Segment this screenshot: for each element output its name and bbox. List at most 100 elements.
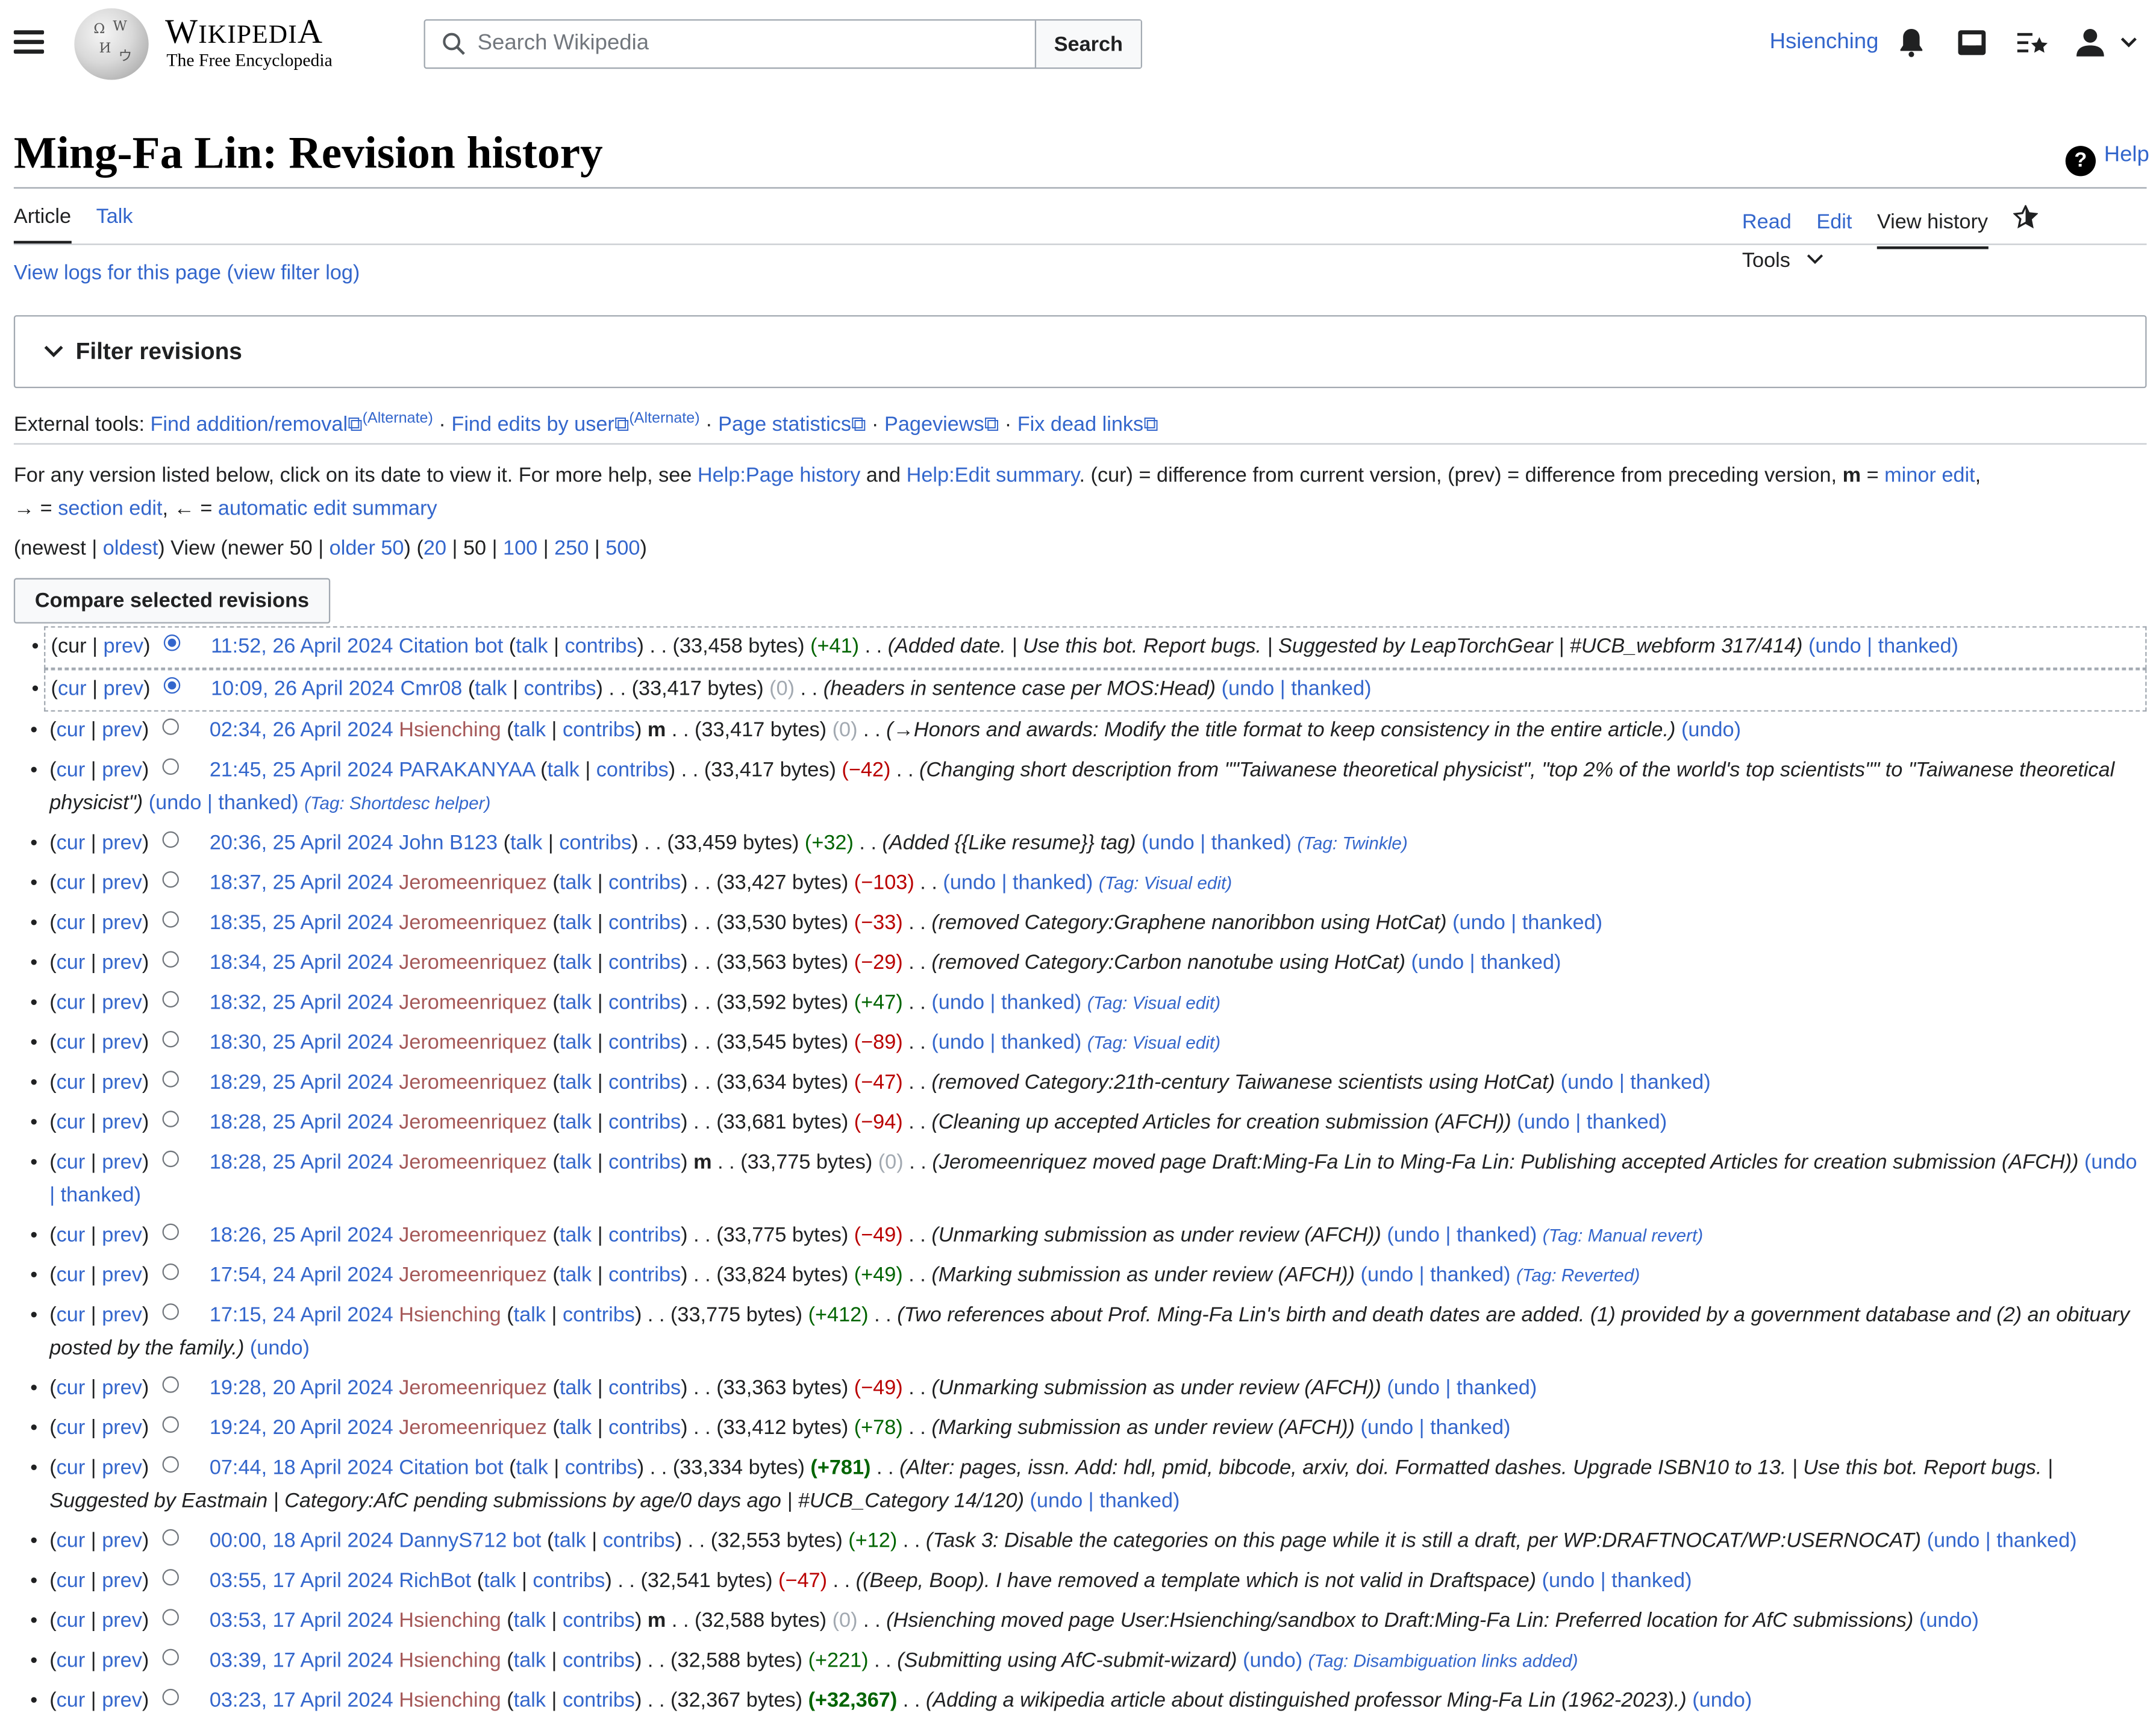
user-contribs-link[interactable]: contribs xyxy=(608,1417,681,1440)
prev-diff-link[interactable]: prev xyxy=(102,1529,142,1553)
limit-250-link[interactable]: 250 xyxy=(554,537,589,560)
user-contribs-link[interactable]: contribs xyxy=(608,1031,681,1054)
user-talk-link[interactable]: talk xyxy=(475,677,507,701)
search-button[interactable]: Search xyxy=(1034,20,1141,67)
user-talk-link[interactable]: talk xyxy=(514,1303,546,1327)
revision-select-radio[interactable] xyxy=(163,1529,180,1546)
revision-date-link[interactable]: 18:32, 25 April 2024 xyxy=(210,991,393,1015)
user-talk-link[interactable]: talk xyxy=(560,1110,592,1134)
section-edit-link[interactable]: section edit xyxy=(58,497,162,521)
undo-actions[interactable]: (undo) xyxy=(1681,718,1741,742)
alternate-link[interactable]: (Alternate) xyxy=(363,410,433,427)
page-statistics-link[interactable]: Page statistics xyxy=(718,413,851,436)
bell-icon[interactable] xyxy=(1895,26,1928,59)
undo-actions[interactable]: (undo | thanked) xyxy=(1361,1264,1511,1287)
revision-date-link[interactable]: 18:28, 25 April 2024 xyxy=(210,1151,393,1174)
alternate-link[interactable]: (Alternate) xyxy=(629,410,699,427)
revision-tag[interactable]: (Tag: Visual edit) xyxy=(1099,872,1232,893)
undo-actions[interactable]: (undo | thanked) xyxy=(1142,831,1292,855)
revision-select-radio[interactable] xyxy=(163,1071,180,1088)
cur-diff-link[interactable]: cur xyxy=(57,1303,86,1327)
prev-diff-link[interactable]: prev xyxy=(102,1224,142,1247)
revision-select-radio[interactable] xyxy=(163,1110,180,1127)
user-contribs-link[interactable]: contribs xyxy=(533,1569,605,1592)
user-contribs-link[interactable]: contribs xyxy=(563,1303,635,1327)
revision-date-link[interactable]: 18:37, 25 April 2024 xyxy=(210,871,393,895)
revision-date-link[interactable]: 11:52, 26 April 2024 xyxy=(211,634,393,658)
minor-edit-link[interactable]: minor edit xyxy=(1884,464,1975,487)
cur-diff-link[interactable]: cur xyxy=(57,1417,86,1440)
revision-date-link[interactable]: 17:15, 24 April 2024 xyxy=(210,1303,393,1327)
undo-actions[interactable]: (undo | thanked) xyxy=(149,791,299,815)
prev-diff-link[interactable]: prev xyxy=(102,1609,142,1632)
prev-diff-link[interactable]: prev xyxy=(102,1071,142,1094)
help-link[interactable]: ? Help xyxy=(2065,143,2149,177)
oldest-link[interactable]: oldest xyxy=(103,537,158,560)
revision-select-radio[interactable] xyxy=(163,1416,180,1433)
prev-diff-link[interactable]: prev xyxy=(102,1417,142,1440)
user-contribs-link[interactable]: contribs xyxy=(608,991,681,1015)
revision-tag[interactable]: (Tag: Visual edit) xyxy=(1087,992,1220,1013)
prev-diff-link[interactable]: prev xyxy=(104,677,144,701)
user-link[interactable]: PARAKANYAA xyxy=(399,759,534,782)
revision-select-radio[interactable] xyxy=(164,677,181,694)
user-link[interactable]: Jeromeenriquez xyxy=(399,1224,547,1247)
user-link[interactable]: Jeromeenriquez xyxy=(399,1151,547,1174)
user-talk-link[interactable]: talk xyxy=(516,1456,548,1480)
undo-actions[interactable]: (undo | thanked) xyxy=(1411,951,1561,974)
filter-revisions-panel[interactable]: Filter revisions xyxy=(13,315,2147,389)
user-talk-link[interactable]: talk xyxy=(560,871,592,895)
user-contribs-link[interactable]: contribs xyxy=(596,759,669,782)
user-contribs-link[interactable]: contribs xyxy=(563,1609,635,1632)
cur-diff-link[interactable]: cur xyxy=(57,1609,86,1632)
user-talk-link[interactable]: talk xyxy=(560,911,592,935)
prev-diff-link[interactable]: prev xyxy=(102,991,142,1015)
user-talk-link[interactable]: talk xyxy=(510,831,542,855)
undo-actions[interactable]: (undo | thanked) xyxy=(1517,1110,1667,1134)
prev-diff-link[interactable]: prev xyxy=(102,951,142,974)
wikipedia-wordmark[interactable]: WIKIPEDIA xyxy=(165,14,323,52)
undo-actions[interactable]: (undo) xyxy=(1243,1649,1302,1673)
undo-actions[interactable]: (undo | thanked) xyxy=(1808,634,1958,658)
undo-actions[interactable]: (undo | thanked) xyxy=(1927,1529,2077,1553)
revision-tag[interactable]: (Tag: Twinkle) xyxy=(1298,833,1408,853)
cur-diff-link[interactable]: cur xyxy=(57,1456,86,1480)
prev-diff-link[interactable]: prev xyxy=(102,1456,142,1480)
tools-menu[interactable]: Tools xyxy=(1742,249,1823,284)
revision-date-link[interactable]: 02:34, 26 April 2024 xyxy=(210,718,393,742)
revision-date-link[interactable]: 03:39, 17 April 2024 xyxy=(210,1649,393,1673)
undo-actions[interactable]: (undo | thanked) xyxy=(943,871,1093,895)
user-link[interactable]: Jeromeenriquez xyxy=(399,1264,547,1287)
revision-select-radio[interactable] xyxy=(163,1303,180,1320)
prev-diff-link[interactable]: prev xyxy=(102,871,142,895)
undo-actions[interactable]: (undo | thanked) xyxy=(931,1031,1081,1054)
user-talk-link[interactable]: talk xyxy=(514,1649,546,1673)
undo-actions[interactable]: (undo | thanked) xyxy=(931,991,1081,1015)
user-talk-link[interactable]: talk xyxy=(554,1529,586,1553)
undo-actions[interactable]: (undo | thanked) xyxy=(1222,677,1372,701)
main-menu-icon[interactable] xyxy=(13,30,45,55)
prev-diff-link[interactable]: prev xyxy=(102,1569,142,1592)
user-talk-link[interactable]: talk xyxy=(560,1071,592,1094)
revision-select-radio[interactable] xyxy=(163,991,180,1008)
user-link[interactable]: RichBot xyxy=(399,1569,471,1592)
cur-diff-link[interactable]: cur xyxy=(57,1649,86,1673)
undo-actions[interactable]: (undo | thanked) xyxy=(1452,911,1602,935)
cur-diff-link[interactable]: cur xyxy=(57,759,86,782)
user-talk-link[interactable]: talk xyxy=(514,1609,546,1632)
revision-date-link[interactable]: 18:29, 25 April 2024 xyxy=(210,1071,393,1094)
user-link[interactable]: Hsienching xyxy=(399,1649,501,1673)
user-contribs-link[interactable]: contribs xyxy=(564,634,637,658)
revision-select-radio[interactable] xyxy=(163,1569,180,1586)
revision-date-link[interactable]: 03:55, 17 April 2024 xyxy=(210,1569,393,1592)
cur-diff-link[interactable]: cur xyxy=(57,1689,86,1712)
revision-date-link[interactable]: 07:44, 18 April 2024 xyxy=(210,1456,393,1480)
user-link[interactable]: Jeromeenriquez xyxy=(399,1110,547,1134)
revision-date-link[interactable]: 03:53, 17 April 2024 xyxy=(210,1609,393,1632)
inbox-icon[interactable] xyxy=(1955,26,1989,59)
cur-diff-link[interactable]: cur xyxy=(57,1151,86,1174)
undo-actions[interactable]: (undo | thanked) xyxy=(1542,1569,1692,1592)
user-contribs-link[interactable]: contribs xyxy=(563,1649,635,1673)
user-contribs-link[interactable]: contribs xyxy=(603,1529,675,1553)
user-contribs-link[interactable]: contribs xyxy=(608,1264,681,1287)
